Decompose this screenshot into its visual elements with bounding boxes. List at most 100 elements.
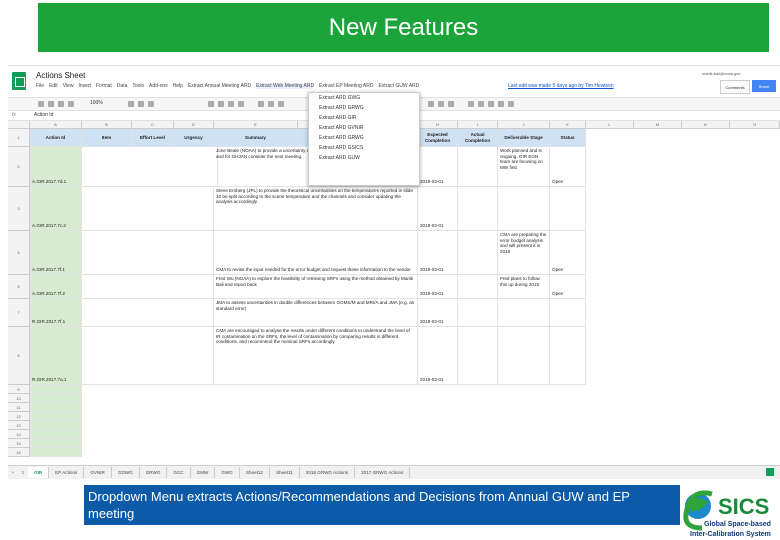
bold-icon[interactable] xyxy=(208,101,214,107)
sheet-tab-gdwg[interactable]: GDWG xyxy=(112,467,140,478)
cell-status[interactable] xyxy=(550,187,586,231)
cell-summary[interactable]: JMA to assess uncertainties in double di… xyxy=(214,299,418,327)
cell-action-id[interactable] xyxy=(30,394,82,403)
column-header-n[interactable]: N xyxy=(682,121,730,129)
cell-action-id[interactable] xyxy=(30,412,82,421)
column-header-k[interactable]: K xyxy=(550,121,586,129)
cell-blank[interactable] xyxy=(82,231,214,275)
comments-button[interactable]: Comments xyxy=(720,80,750,94)
header-item[interactable]: Item xyxy=(82,129,132,147)
decimal-icon[interactable] xyxy=(148,101,154,107)
cell-action-id[interactable] xyxy=(30,385,82,394)
italic-icon[interactable] xyxy=(218,101,224,107)
row-header[interactable]: 3 xyxy=(8,187,30,231)
paint-format-icon[interactable] xyxy=(68,101,74,107)
column-header-m[interactable]: M xyxy=(634,121,682,129)
sheet-tab-gwg[interactable]: GWG xyxy=(215,467,240,478)
text-color-icon[interactable] xyxy=(238,101,244,107)
menu-edit[interactable]: Edit xyxy=(49,83,58,89)
row-header[interactable]: 1 xyxy=(8,129,30,147)
dropdown-item-ard-grwg[interactable]: Extract ARD GRWG xyxy=(309,103,419,113)
cell-blank[interactable] xyxy=(82,147,218,187)
account-email[interactable]: manik.bali@noaa.gov xyxy=(702,71,741,76)
row-header[interactable]: 4 xyxy=(8,231,30,275)
cell-action-id[interactable] xyxy=(30,403,82,412)
cell-expected-completion[interactable]: 2018-03-01 xyxy=(418,187,458,231)
menu-file[interactable]: File xyxy=(36,83,44,89)
column-header-d[interactable]: D xyxy=(174,121,214,129)
print-icon[interactable] xyxy=(38,101,44,107)
header-action-id[interactable]: Action Id xyxy=(30,129,82,147)
cell-actual-completion[interactable] xyxy=(458,327,498,385)
row-header[interactable]: 14 xyxy=(8,430,30,439)
formula-value[interactable]: Action Id xyxy=(34,112,53,118)
currency-icon[interactable] xyxy=(128,101,134,107)
merge-icon[interactable] xyxy=(278,101,284,107)
cell-action-id[interactable]: A.GIR.2017.7f.1 xyxy=(30,231,82,275)
menu-help[interactable]: Help xyxy=(173,83,183,89)
sheet-tab-2017-grwg[interactable]: 2017 GRWG Actions xyxy=(355,467,411,478)
cell-summary[interactable]: Steve Ernberg (JPL) to provide the theor… xyxy=(214,187,418,231)
cell-deliverable-stage[interactable]: Fred plans to follow this up during 2018 xyxy=(498,275,550,299)
dropdown-item-ard-guw[interactable]: Extract ARD GUW xyxy=(309,153,419,163)
cell-summary[interactable]: CMA are encouraged to analyse the result… xyxy=(214,327,418,385)
cell-action-id[interactable]: A.GIR.2017.7d.1 xyxy=(30,147,82,187)
row-header[interactable]: 8 xyxy=(8,327,30,385)
cell-status[interactable] xyxy=(550,327,586,385)
column-header-a[interactable]: A xyxy=(30,121,82,129)
menu-extract-web[interactable]: Extract Web Meeting ARD xyxy=(256,83,315,89)
header-deliverable-stage[interactable]: Deliverable Stage xyxy=(498,129,550,147)
header-urgency[interactable]: Urgency xyxy=(174,129,214,147)
comment-icon[interactable] xyxy=(478,101,484,107)
header-effort-level[interactable]: Effort Level xyxy=(132,129,174,147)
share-button[interactable]: Share xyxy=(752,80,776,92)
menu-addons[interactable]: Add-ons xyxy=(149,83,168,89)
row-header[interactable]: 2 xyxy=(8,147,30,187)
fill-color-icon[interactable] xyxy=(258,101,264,107)
redo-icon[interactable] xyxy=(58,101,64,107)
cell-actual-completion[interactable] xyxy=(458,147,498,187)
cell-expected-completion[interactable]: 2018-03-01 xyxy=(418,299,458,327)
column-header-e[interactable]: E xyxy=(214,121,298,129)
sheet-tab-gmw[interactable]: GMW xyxy=(191,467,216,478)
dropdown-item-ard-grwg-2[interactable]: Extract ARD GRWG xyxy=(309,133,419,143)
sheets-app-icon[interactable] xyxy=(12,72,26,90)
column-header-j[interactable]: J xyxy=(498,121,550,129)
undo-icon[interactable] xyxy=(48,101,54,107)
menu-extract-ep[interactable]: Extract EP Meeting ARD xyxy=(319,83,373,89)
cell-expected-completion[interactable]: 2018-03-01 xyxy=(418,231,458,275)
wrap-icon[interactable] xyxy=(448,101,454,107)
column-header-b[interactable]: B xyxy=(82,121,132,129)
row-header[interactable]: 12 xyxy=(8,412,30,421)
header-status[interactable]: Status xyxy=(550,129,586,147)
column-header-i[interactable]: I xyxy=(458,121,498,129)
cell-action-id[interactable] xyxy=(30,439,82,448)
column-header-c[interactable]: C xyxy=(132,121,174,129)
borders-icon[interactable] xyxy=(268,101,274,107)
menu-insert[interactable]: Insert xyxy=(78,83,91,89)
cell-actual-completion[interactable] xyxy=(458,299,498,327)
cell-action-id[interactable] xyxy=(30,421,82,430)
cell-blank[interactable] xyxy=(82,327,214,385)
cell-actual-completion[interactable] xyxy=(458,187,498,231)
header-actual-completion[interactable]: Actual Completion xyxy=(458,129,498,147)
sheet-tab-2018-grwg[interactable]: 2018 GRWG Actions xyxy=(300,467,356,478)
cell-deliverable-stage[interactable] xyxy=(498,187,550,231)
percent-icon[interactable] xyxy=(138,101,144,107)
cell-expected-completion[interactable]: 2018-03-01 xyxy=(418,327,458,385)
menu-view[interactable]: View xyxy=(63,83,74,89)
cell-expected-completion[interactable]: 2018-03-01 xyxy=(418,147,458,187)
cell-deliverable-stage[interactable]: CMA are preparing the error budget analy… xyxy=(498,231,550,275)
explore-icon[interactable] xyxy=(766,468,774,476)
last-edit-link[interactable]: Last edit was made 5 days ago by Tim Hew… xyxy=(508,83,614,89)
cell-deliverable-stage[interactable] xyxy=(498,299,550,327)
cell-actual-completion[interactable] xyxy=(458,275,498,299)
cell-blank[interactable] xyxy=(82,299,214,327)
menu-tools[interactable]: Tools xyxy=(132,83,144,89)
row-header[interactable]: 10 xyxy=(8,394,30,403)
cell-actual-completion[interactable] xyxy=(458,231,498,275)
align-icon[interactable] xyxy=(428,101,434,107)
row-header[interactable]: 13 xyxy=(8,421,30,430)
sheet-tab-ep-actions[interactable]: EP Actions xyxy=(49,467,85,478)
sheet-tab-sheet11[interactable]: Sheet11 xyxy=(270,467,300,478)
